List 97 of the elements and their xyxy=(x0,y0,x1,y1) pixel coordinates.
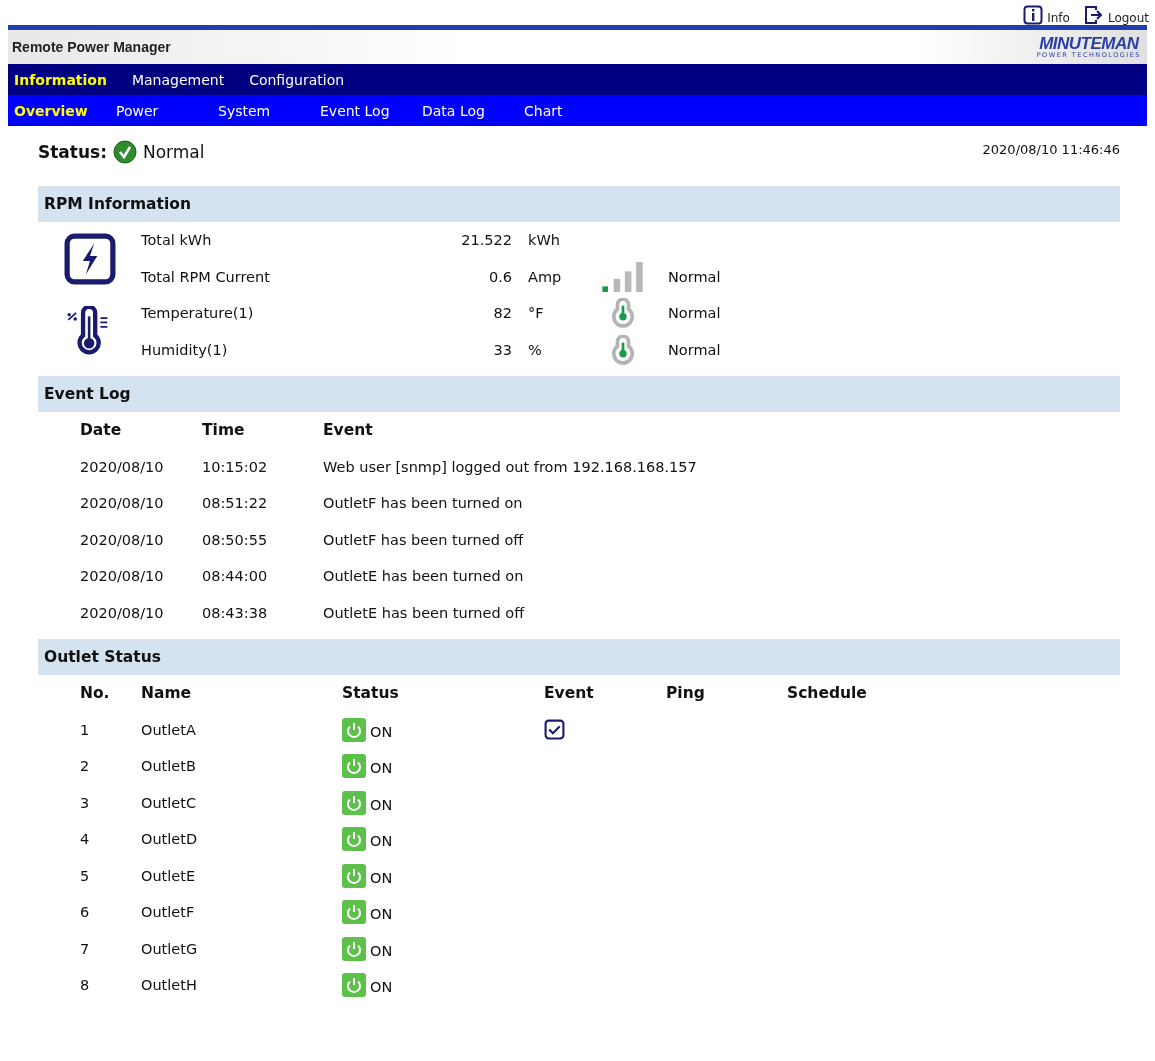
metric-value: 82 xyxy=(492,305,512,322)
column-header: Event xyxy=(323,421,374,440)
main-tab[interactable]: Configuration xyxy=(243,71,351,88)
outlet-status: ON xyxy=(370,942,393,959)
main-tab[interactable]: Information xyxy=(8,71,113,88)
app-title: Remote Power Manager xyxy=(11,39,171,55)
table-cell-text: 4 xyxy=(80,831,91,848)
table-cell-text: OutletH xyxy=(141,977,198,994)
power-icon[interactable] xyxy=(342,863,366,888)
power-icon[interactable] xyxy=(342,973,366,998)
main-tab[interactable]: Management xyxy=(125,71,231,88)
metric-label: Humidity(1) xyxy=(141,341,229,358)
table-cell-text: 8 xyxy=(80,977,91,994)
table-cell-text: OutletB xyxy=(141,758,197,775)
metric-value: 0.6 xyxy=(487,268,512,285)
column-header: No. xyxy=(80,684,111,703)
table-cell-text: 2020/08/10 xyxy=(80,604,165,621)
table-cell-text: 2 xyxy=(80,758,91,775)
outlet-status: ON xyxy=(370,906,393,923)
sub-tab[interactable]: Chart xyxy=(518,102,620,119)
table-cell-text: OutletE xyxy=(141,867,197,884)
sub-tab[interactable]: Overview xyxy=(8,102,110,119)
table-cell-text: OutletF xyxy=(141,904,196,921)
table-cell-text: Web user [snmp] logged out from 192.168.168.157 xyxy=(323,458,698,475)
outlet-status: ON xyxy=(370,796,393,813)
table-cell-text: 7 xyxy=(80,940,91,957)
table-cell-text: OutletE has been turned off xyxy=(323,604,526,621)
check-icon xyxy=(113,140,137,164)
date-time: 2020/08/10 11:46:46 xyxy=(982,142,1120,157)
column-header: Name xyxy=(141,684,193,703)
column-header: Ping xyxy=(666,684,706,703)
status-value: Normal xyxy=(143,142,205,162)
table-cell-text: 08:50:55 xyxy=(202,531,269,548)
power-icon[interactable] xyxy=(342,754,366,779)
table-cell-text: OutletF has been turned off xyxy=(323,531,525,548)
power-icon[interactable] xyxy=(342,717,366,742)
table-cell-text: OutletC xyxy=(141,794,198,811)
power-icon[interactable] xyxy=(342,900,366,925)
table-cell-text: 08:44:00 xyxy=(202,568,269,585)
table-cell-text: 6 xyxy=(80,904,91,921)
power-icon[interactable] xyxy=(342,827,366,852)
metric-unit: kWh xyxy=(527,232,561,249)
table-cell-text: OutletD xyxy=(141,831,199,848)
sub-tab[interactable]: Data Log xyxy=(416,102,518,119)
table-cell-text: 10:15:02 xyxy=(202,458,269,475)
status-label: Status: xyxy=(38,142,107,162)
metric-unit: % xyxy=(527,341,543,358)
outlet-status: ON xyxy=(370,979,393,996)
sub-tab[interactable]: Event Log xyxy=(314,102,416,119)
metric-value: 33 xyxy=(492,341,512,358)
sensor-icon xyxy=(610,334,635,365)
header-link[interactable]: Info xyxy=(1023,5,1070,25)
table-cell-text: 5 xyxy=(80,867,91,884)
sub-tab[interactable]: System xyxy=(212,102,314,119)
load-bars-icon xyxy=(601,261,644,292)
checkbox[interactable] xyxy=(544,719,565,741)
table-cell-text: OutletG xyxy=(141,940,199,957)
table-cell-text: 1 xyxy=(80,721,91,738)
table-cell-text: 2020/08/10 xyxy=(80,458,165,475)
outlet-status: ON xyxy=(370,869,393,886)
table-cell-text: 2020/08/10 xyxy=(80,495,165,512)
lightning-icon xyxy=(63,232,116,285)
outlet-status: ON xyxy=(370,723,393,740)
metric-unit: °F xyxy=(527,305,545,322)
column-header: Schedule xyxy=(787,684,868,703)
info-icon xyxy=(1023,5,1044,25)
table-cell-text: 08:51:22 xyxy=(202,495,269,512)
table-cell-text: 2020/08/10 xyxy=(80,531,165,548)
outlet-status: ON xyxy=(370,760,393,777)
outlet-status: ON xyxy=(370,833,393,850)
metric-value: 21.522 xyxy=(460,232,512,249)
sub-tab[interactable]: Power xyxy=(110,102,212,119)
column-header: Status xyxy=(342,684,400,703)
table-cell-text: 2020/08/10 xyxy=(80,568,165,585)
metric-label: Temperature(1) xyxy=(141,305,255,322)
header-link[interactable]: Logout xyxy=(1083,5,1149,25)
section-header: Outlet Status xyxy=(38,639,1120,675)
table-cell-text: 08:43:38 xyxy=(202,604,269,621)
column-header: Time xyxy=(202,421,246,440)
column-header: Event xyxy=(544,684,595,703)
column-header: Date xyxy=(80,421,123,440)
section-header: Event Log xyxy=(38,376,1120,412)
table-cell-text: OutletA xyxy=(141,721,197,738)
metric-label: Total RPM Current xyxy=(141,268,271,285)
section-header: RPM Information xyxy=(38,186,1120,222)
power-icon[interactable] xyxy=(342,936,366,961)
metric-unit: Amp xyxy=(527,268,563,285)
sensor-icon xyxy=(610,298,635,329)
metric-status: Normal xyxy=(667,341,721,358)
table-cell-text: 3 xyxy=(80,794,91,811)
metric-label: Total kWh xyxy=(141,232,213,249)
table-cell-text: OutletE has been turned on xyxy=(323,568,525,585)
metric-status: Normal xyxy=(667,305,721,322)
metric-status: Normal xyxy=(667,268,721,285)
power-icon[interactable] xyxy=(342,790,366,815)
table-cell-text: OutletF has been turned on xyxy=(323,495,524,512)
logout-icon xyxy=(1083,5,1104,25)
